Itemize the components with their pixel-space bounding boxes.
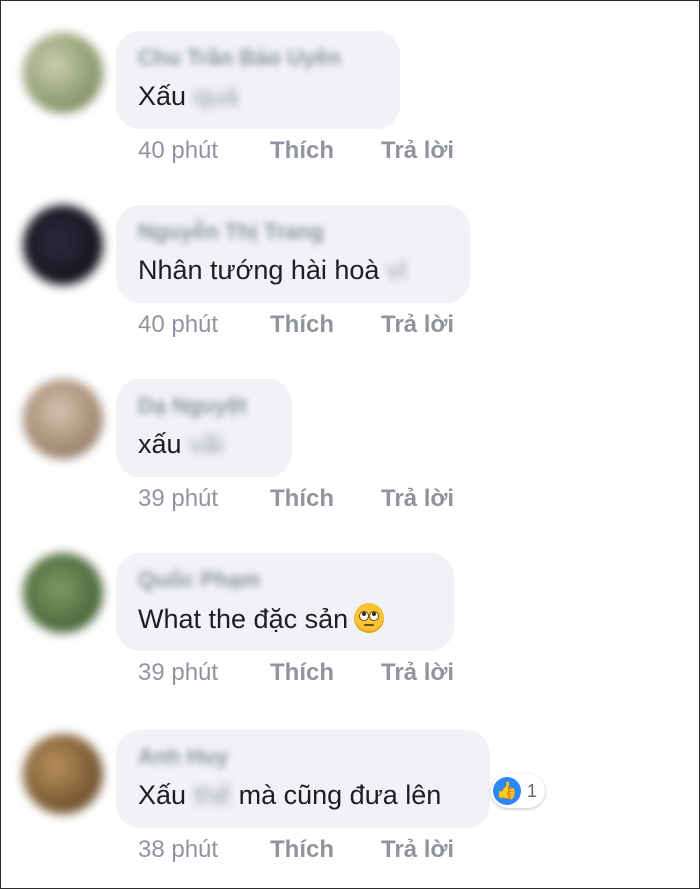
comment-text: What the đặc sản: [138, 603, 385, 635]
comment-author[interactable]: Nguyễn Thị Trang: [138, 219, 324, 245]
censored-text: vãi: [189, 429, 224, 459]
comment-time[interactable]: 39 phút: [138, 659, 218, 687]
avatar[interactable]: [23, 33, 103, 113]
like-button[interactable]: Thích: [270, 836, 334, 864]
reply-button[interactable]: Trả lời: [381, 311, 454, 339]
censored-text: thế: [193, 780, 232, 810]
comment-thread: Chu Trần Bảo Uyên Xấu quá 40 phút Thích …: [0, 0, 700, 889]
avatar[interactable]: [23, 734, 103, 814]
avatar[interactable]: [23, 379, 103, 459]
comment-text: xấu vãi: [138, 429, 224, 459]
comment-author[interactable]: Chu Trần Bảo Uyên: [138, 45, 341, 71]
comment-bubble: Nguyễn Thị Trang Nhân tướng hài hoà vl: [116, 205, 470, 303]
comment-text: Nhân tướng hài hoà vl: [138, 255, 407, 285]
comment-time[interactable]: 38 phút: [138, 836, 218, 864]
reply-button[interactable]: Trả lời: [381, 485, 454, 513]
reply-button[interactable]: Trả lời: [381, 836, 454, 864]
reaction-count: 1: [527, 780, 538, 801]
thumbs-up-icon: 👍: [493, 777, 521, 805]
like-button[interactable]: Thích: [270, 485, 334, 513]
comment-bubble: Quốc Phạm What the đặc sản: [116, 553, 454, 651]
comment-author[interactable]: Anh Huy: [138, 744, 228, 770]
avatar[interactable]: [23, 553, 103, 633]
comment-bubble: Anh Huy Xấu thế mà cũng đưa lên: [116, 730, 490, 828]
comment-time[interactable]: 40 phút: [138, 137, 218, 165]
like-button[interactable]: Thích: [270, 137, 334, 165]
reply-button[interactable]: Trả lời: [381, 137, 454, 165]
comment-author[interactable]: Quốc Phạm: [138, 567, 260, 593]
comment-text: Xấu quá: [138, 81, 239, 111]
comment-time[interactable]: 39 phút: [138, 485, 218, 513]
comment-bubble: Dạ Nguyệt xấu vãi: [116, 379, 292, 477]
like-button[interactable]: Thích: [270, 659, 334, 687]
avatar[interactable]: [23, 205, 103, 285]
censored-text: quá: [193, 81, 239, 111]
like-button[interactable]: Thích: [270, 311, 334, 339]
comment-time[interactable]: 40 phút: [138, 311, 218, 339]
reply-button[interactable]: Trả lời: [381, 659, 454, 687]
comment-author[interactable]: Dạ Nguyệt: [138, 393, 247, 419]
face-with-rolling-eyes-icon: [354, 603, 385, 633]
comment-bubble: Chu Trần Bảo Uyên Xấu quá: [116, 31, 400, 129]
reaction-summary[interactable]: 👍 1: [491, 774, 546, 808]
comment-text: Xấu thế mà cũng đưa lên: [138, 780, 442, 810]
censored-text: vl: [386, 255, 407, 285]
